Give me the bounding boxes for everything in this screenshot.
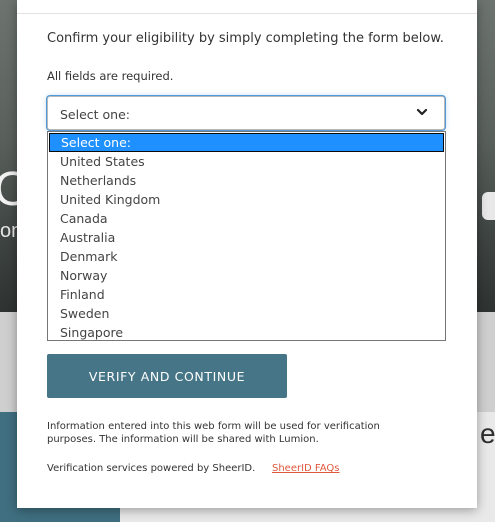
background-side-button — [482, 192, 495, 220]
verify-and-continue-button[interactable]: VERIFY AND CONTINUE — [47, 354, 287, 398]
powered-by-text: Verification services powered by SheerID… — [47, 463, 256, 474]
dropdown-option-netherlands[interactable]: Netherlands — [49, 171, 444, 190]
dropdown-option-norway[interactable]: Norway — [49, 266, 444, 285]
country-dropdown-list: Select one: United States Netherlands Un… — [47, 131, 446, 341]
dropdown-option-singapore[interactable]: Singapore — [49, 323, 444, 342]
dropdown-option-select-one[interactable]: Select one: — [49, 133, 444, 152]
divider — [17, 13, 477, 14]
dropdown-option-canada[interactable]: Canada — [49, 209, 444, 228]
verification-modal: Confirm your eligibility by simply compl… — [17, 0, 477, 508]
info-disclaimer: Information entered into this web form w… — [47, 421, 380, 445]
country-select[interactable]: Select one: — [47, 96, 445, 130]
dropdown-option-denmark[interactable]: Denmark — [49, 247, 444, 266]
dropdown-option-united-kingdom[interactable]: United Kingdom — [49, 190, 444, 209]
required-fields-note: All fields are required. — [47, 69, 174, 83]
dropdown-option-finland[interactable]: Finland — [49, 285, 444, 304]
dropdown-option-australia[interactable]: Australia — [49, 228, 444, 247]
dropdown-option-sweden[interactable]: Sweden — [49, 304, 444, 323]
sheerid-faqs-link[interactable]: SheerID FAQs — [272, 463, 340, 474]
dropdown-option-united-states[interactable]: United States — [49, 152, 444, 171]
intro-text: Confirm your eligibility by simply compl… — [47, 31, 444, 46]
chevron-down-icon — [416, 108, 428, 116]
background-text-fragment: e — [480, 418, 495, 449]
country-select-value: Select one: — [60, 107, 131, 122]
